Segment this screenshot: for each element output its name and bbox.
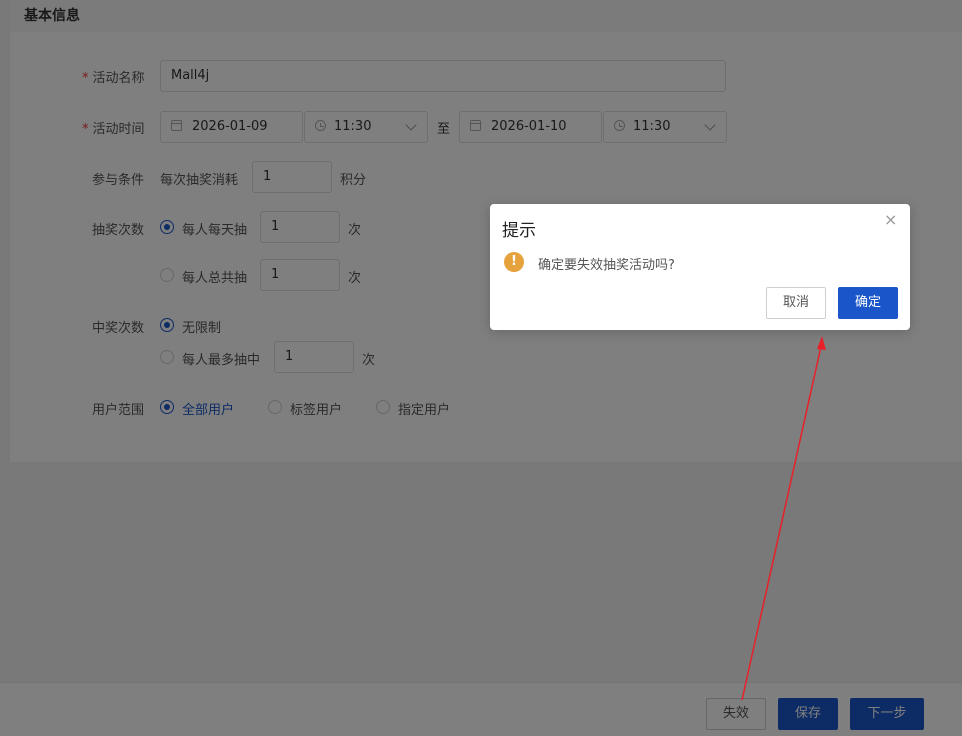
dialog-message: 确定要失效抽奖活动吗?: [538, 258, 675, 273]
close-icon[interactable]: ×: [884, 212, 897, 228]
confirm-button[interactable]: 确定: [838, 287, 898, 319]
dialog-title: 提示: [502, 221, 536, 241]
warning-icon: !: [504, 252, 524, 272]
cancel-button[interactable]: 取消: [766, 287, 826, 319]
modal-mask[interactable]: [0, 0, 962, 736]
confirm-dialog: 提示 × ! 确定要失效抽奖活动吗? 取消 确定: [490, 204, 910, 330]
